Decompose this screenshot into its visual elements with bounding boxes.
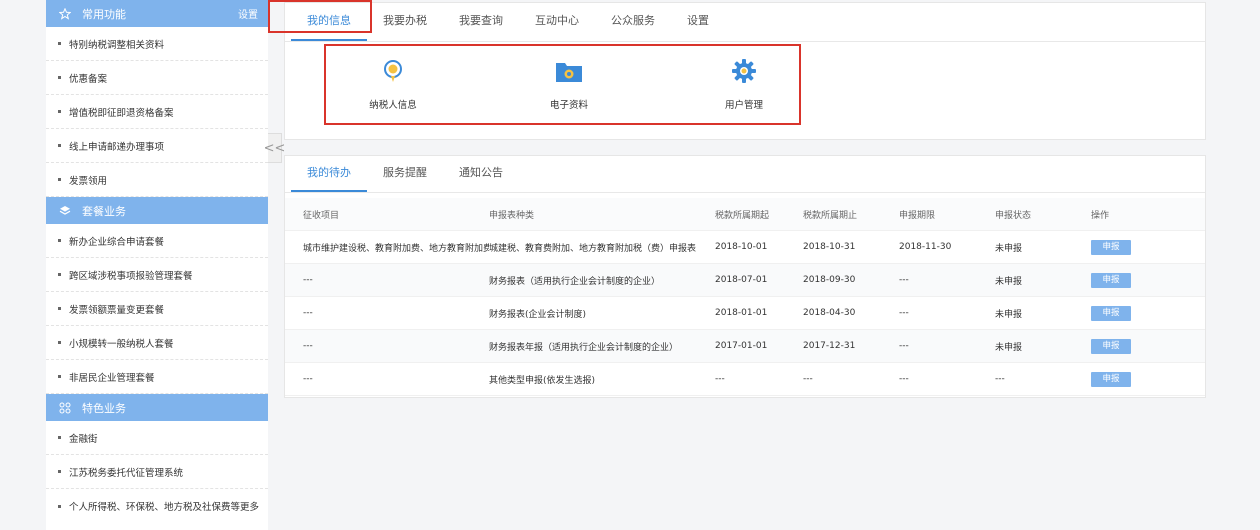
bullet-icon xyxy=(58,307,61,310)
tab-query[interactable]: 我要查询 xyxy=(443,3,519,41)
bullet-icon xyxy=(58,470,61,473)
section-header-common[interactable]: 常用功能 设置 xyxy=(46,0,268,27)
declare-button[interactable]: 申报 xyxy=(1091,338,1131,354)
table-row: --- 财务报表(企业会计制度) 2018-01-01 2018-04-30 -… xyxy=(285,297,1205,330)
section-title: 常用功能 xyxy=(82,7,126,21)
sidebar-collapse-button[interactable]: << xyxy=(264,133,285,163)
declare-button[interactable]: 申报 xyxy=(1091,305,1131,321)
bullet-icon xyxy=(58,178,61,181)
sidebar-item[interactable]: 非居民企业管理套餐 xyxy=(46,360,268,394)
tab-my-todo[interactable]: 我的待办 xyxy=(291,156,367,192)
section-header-special[interactable]: 特色业务 xyxy=(46,394,268,421)
column-header: 申报表种类 xyxy=(489,210,535,221)
declare-button[interactable]: 申报 xyxy=(1091,272,1131,288)
highlight-box-icons xyxy=(324,44,801,125)
declare-button[interactable]: 申报 xyxy=(1091,371,1131,387)
sidebar-item[interactable]: 特别纳税调整相关资料 xyxy=(46,27,268,61)
sub-tab-bar: 我的待办 服务提醒 通知公告 xyxy=(285,156,1205,193)
highlight-box-tab xyxy=(268,0,372,33)
table-row: 城市维护建设税、教育附加费、地方教育附加费 城建税、教育费附加、地方教育附加税（… xyxy=(285,231,1205,264)
bullet-icon xyxy=(58,144,61,147)
tab-tax-handling[interactable]: 我要办税 xyxy=(367,3,443,41)
sidebar-item[interactable]: 增值税即征即退资格备案 xyxy=(46,95,268,129)
sidebar-item[interactable]: 江苏税务委托代征管理系统 xyxy=(46,455,268,489)
column-header: 申报期限 xyxy=(899,210,936,221)
sidebar-item[interactable]: 个人所得税、环保税、地方税及社保费等更多 xyxy=(46,489,268,523)
layers-icon xyxy=(58,204,72,218)
section-title: 特色业务 xyxy=(82,401,126,415)
column-header: 申报状态 xyxy=(995,210,1032,221)
declare-button[interactable]: 申报 xyxy=(1091,239,1131,255)
sidebar-item[interactable]: 新办企业综合申请套餐 xyxy=(46,224,268,258)
sidebar-item[interactable]: 线上申请邮递办理事项 xyxy=(46,129,268,163)
star-icon xyxy=(58,7,72,21)
bullet-icon xyxy=(58,375,61,378)
table-header-row: 征收项目 申报表种类 税款所属期起 税款所属期止 申报期限 申报状态 操作 xyxy=(285,198,1205,231)
tab-settings[interactable]: 设置 xyxy=(671,3,725,41)
bullet-icon xyxy=(58,504,61,508)
sidebar: 常用功能 设置 特别纳税调整相关资料 优惠备案 增值税即征即退资格备案 线上申请… xyxy=(46,0,268,530)
sidebar-item[interactable]: 金融街 xyxy=(46,421,268,455)
bullet-icon xyxy=(58,76,61,79)
bullet-icon xyxy=(58,341,61,344)
table-row: --- 财务报表年报（适用执行企业会计制度的企业） 2017-01-01 201… xyxy=(285,330,1205,363)
bullet-icon xyxy=(58,273,61,276)
column-header: 税款所属期止 xyxy=(803,210,858,221)
bullet-icon xyxy=(58,239,61,242)
bullet-icon xyxy=(58,42,61,45)
sidebar-item[interactable]: 跨区域涉税事项报验管理套餐 xyxy=(46,258,268,292)
section-setting-link[interactable]: 设置 xyxy=(238,6,258,21)
tab-interaction[interactable]: 互动中心 xyxy=(519,3,595,41)
tab-service-reminder[interactable]: 服务提醒 xyxy=(367,156,443,192)
tab-notice[interactable]: 通知公告 xyxy=(443,156,519,192)
sidebar-item[interactable]: 小规模转一般纳税人套餐 xyxy=(46,326,268,360)
section-header-package[interactable]: 套餐业务 xyxy=(46,197,268,224)
section-title: 套餐业务 xyxy=(82,204,126,218)
bullet-icon xyxy=(58,436,61,439)
todo-panel: 我的待办 服务提醒 通知公告 征收项目 申报表种类 税款所属期起 税款所属期止 … xyxy=(284,155,1206,398)
bullet-icon xyxy=(58,110,61,113)
top-tab-bar: 我的信息 我要办税 我要查询 互动中心 公众服务 设置 xyxy=(285,3,1205,42)
sidebar-item[interactable]: 优惠备案 xyxy=(46,61,268,95)
todo-table: 征收项目 申报表种类 税款所属期起 税款所属期止 申报期限 申报状态 操作 城市… xyxy=(285,198,1205,396)
column-header: 操作 xyxy=(1091,210,1110,221)
sidebar-item[interactable]: 发票领额票量变更套餐 xyxy=(46,292,268,326)
grid-icon xyxy=(58,401,72,415)
column-header: 税款所属期起 xyxy=(715,210,770,221)
tab-public-service[interactable]: 公众服务 xyxy=(595,3,671,41)
table-row: --- 其他类型申报(依发生选报) --- --- --- --- 申报 xyxy=(285,363,1205,396)
table-row: --- 财务报表（适用执行企业会计制度的企业） 2018-07-01 2018-… xyxy=(285,264,1205,297)
sidebar-item[interactable]: 发票领用 xyxy=(46,163,268,197)
column-header: 征收项目 xyxy=(303,210,340,221)
